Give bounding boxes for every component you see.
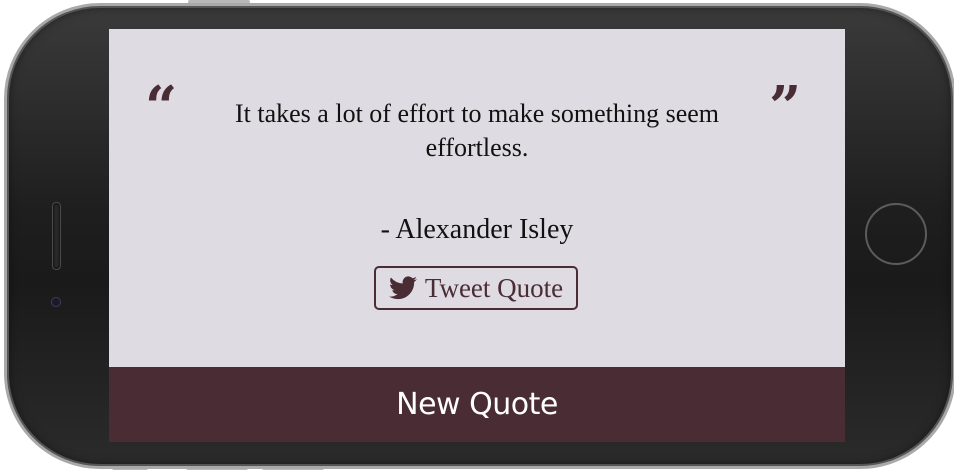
tweet-quote-button[interactable]: Tweet Quote [374, 266, 578, 310]
new-quote-button[interactable]: New Quote [109, 367, 845, 442]
twitter-bird-icon [388, 276, 417, 300]
quote-author: - Alexander Isley [380, 214, 574, 245]
open-quote-icon: “ [145, 74, 178, 140]
phone-speaker [52, 202, 61, 270]
new-quote-label: New Quote [396, 387, 558, 422]
quote-text: It takes a lot of effort to make somethi… [235, 99, 719, 162]
close-quote-icon: ” [769, 74, 802, 140]
phone-camera [51, 297, 61, 307]
app-screen: “ ” It takes a lot of effort to make som… [109, 29, 845, 442]
phone-home-button [865, 203, 927, 265]
tweet-quote-label: Tweet Quote [424, 272, 564, 303]
